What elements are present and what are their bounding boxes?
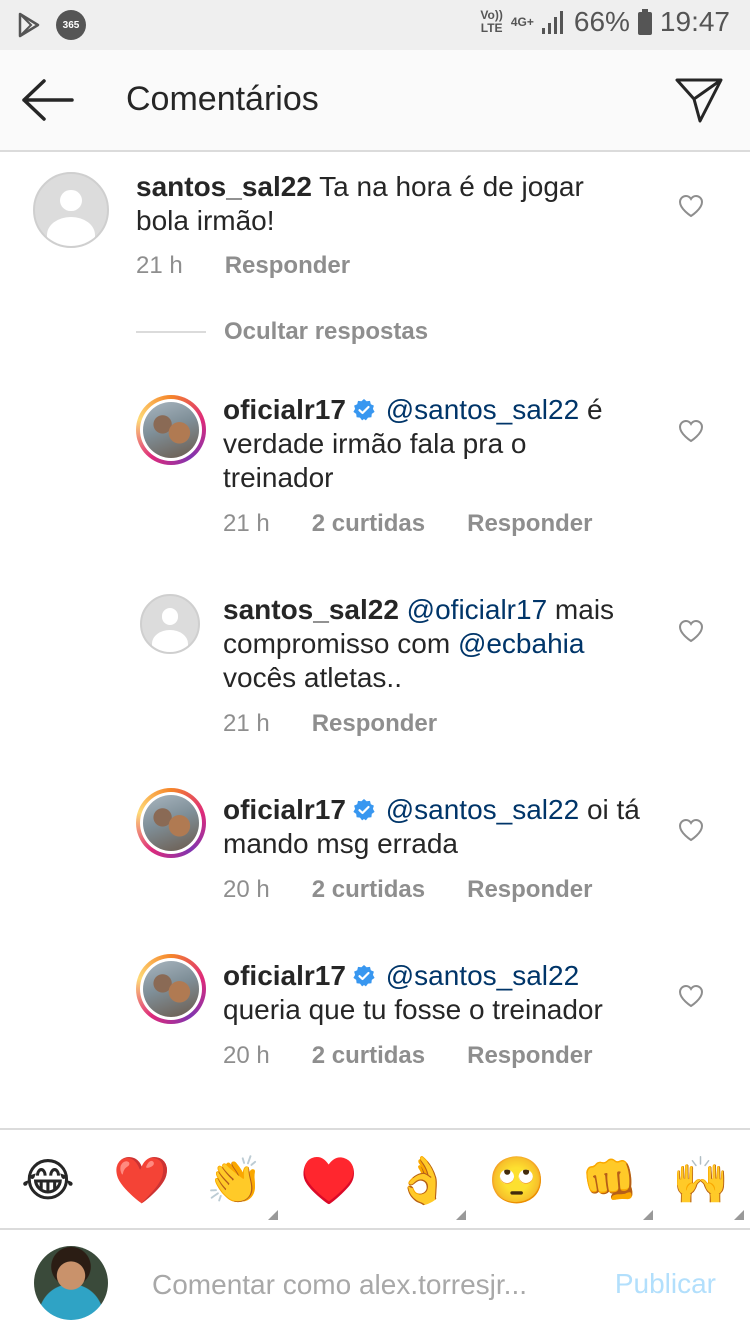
lte-label: LTE [480, 21, 503, 35]
like-heart-icon[interactable] [678, 818, 704, 842]
volte-indicator: Vo)) LTE [480, 9, 502, 35]
hide-replies-toggle[interactable]: Ocultar respostas [136, 318, 428, 346]
comment-text: santos_sal22 Ta na hora é de jogar bola … [136, 170, 636, 238]
verified-badge-icon [353, 799, 375, 821]
mention-link[interactable]: @santos_sal22 [386, 794, 579, 825]
emoji-eye-roll-button[interactable]: 🙄 [488, 1152, 545, 1208]
app-365-notification-icon: 365 [56, 10, 86, 40]
emoji-quick-bar: 😂 ❤️ 👏 ♥️ 👌 🙄 👊 🙌 [0, 1128, 750, 1230]
emoji-red-heart-button[interactable]: ❤️ [113, 1152, 170, 1208]
avatar[interactable] [136, 788, 206, 858]
verified-badge-icon [353, 965, 375, 987]
status-bar: 365 Vo)) LTE 4G+ 66% 19:47 [0, 0, 750, 50]
mention-link[interactable]: @santos_sal22 [386, 960, 579, 991]
avatar[interactable] [33, 172, 109, 248]
clock: 19:47 [659, 6, 730, 37]
mention-link[interactable]: @ecbahia [458, 628, 585, 659]
direct-send-icon[interactable] [674, 76, 724, 124]
like-heart-icon[interactable] [678, 419, 704, 443]
comment-time: 21 h [223, 710, 270, 737]
network-type: 4G+ [510, 14, 534, 29]
publish-button[interactable]: Publicar [615, 1268, 716, 1300]
emoji-raising-hands-button[interactable]: 🙌 [672, 1152, 744, 1220]
comment-time: 21 h [223, 510, 270, 537]
like-heart-icon[interactable] [678, 619, 704, 643]
current-user-avatar [34, 1246, 108, 1320]
comment-time: 21 h [136, 252, 183, 279]
battery-percentage: 66% [573, 6, 630, 37]
comment-item: santos_sal22 Ta na hora é de jogar bola … [0, 150, 750, 310]
comment-compose-bar: Publicar [0, 1228, 750, 1335]
comment-time: 20 h [223, 1042, 270, 1069]
reply-item: santos_sal22 @oficialr17 mais compromiss… [0, 580, 750, 750]
skin-tone-indicator [734, 1210, 744, 1220]
reply-button[interactable]: Responder [467, 1042, 592, 1070]
emoji-glyph: 🙌 [672, 1153, 730, 1207]
emoji-clapping-hands-button[interactable]: 👏 [206, 1152, 278, 1220]
mention-link[interactable]: @santos_sal22 [386, 394, 579, 425]
comment-meta: 21 h Responder [136, 252, 392, 280]
emoji-fist-bump-button[interactable]: 👊 [581, 1152, 653, 1220]
back-arrow-icon[interactable] [20, 78, 76, 122]
reply-item: oficialr17 @santos_sal22 queria que tu f… [0, 946, 750, 1086]
emoji-glyph: 👏 [206, 1153, 264, 1207]
like-heart-icon[interactable] [678, 984, 704, 1008]
skin-tone-indicator [456, 1210, 466, 1220]
likes-count[interactable]: 2 curtidas [312, 876, 425, 904]
avatar[interactable] [140, 594, 200, 654]
divider-line [136, 331, 206, 333]
play-store-notification-icon [18, 12, 40, 38]
likes-count[interactable]: 2 curtidas [312, 510, 425, 538]
mention-link[interactable]: @oficialr17 [407, 594, 547, 625]
verified-badge-icon [353, 399, 375, 421]
comment-username[interactable]: santos_sal22 [223, 594, 399, 625]
likes-count[interactable]: 2 curtidas [312, 1042, 425, 1070]
emoji-tears-of-joy-button[interactable]: 😂 [20, 1152, 76, 1208]
avatar-photo [143, 402, 199, 458]
comment-text: oficialr17 @santos_sal22 oi tá mando msg… [223, 793, 643, 861]
comment-username[interactable]: santos_sal22 [136, 171, 312, 202]
signal-strength-icon [541, 10, 566, 34]
skin-tone-indicator [643, 1210, 653, 1220]
comment-body: queria que tu fosse o treinador [223, 994, 603, 1025]
comment-meta: 20 h 2 curtidas Responder [223, 1042, 634, 1070]
comment-body-end: vocês atletas.. [223, 662, 402, 693]
comment-username[interactable]: oficialr17 [223, 960, 346, 991]
status-bar-left: 365 [18, 10, 86, 40]
page-title: Comentários [126, 80, 319, 118]
avatar[interactable] [136, 395, 206, 465]
comment-username[interactable]: oficialr17 [223, 794, 346, 825]
comment-meta: 21 h Responder [223, 710, 479, 738]
reply-item: oficialr17 @santos_sal22 é verdade irmão… [0, 380, 750, 560]
reply-item: oficialr17 @santos_sal22 oi tá mando msg… [0, 780, 750, 920]
comment-time: 20 h [223, 876, 270, 903]
emoji-glyph: 👌 [394, 1153, 452, 1207]
avatar-photo [143, 961, 199, 1017]
comment-meta: 21 h 2 curtidas Responder [223, 510, 634, 538]
comment-text: oficialr17 @santos_sal22 é verdade irmão… [223, 393, 643, 495]
emoji-heart-suit-button[interactable]: ♥️ [300, 1152, 357, 1208]
avatar[interactable] [136, 954, 206, 1024]
comment-text: oficialr17 @santos_sal22 queria que tu f… [223, 959, 643, 1027]
emoji-ok-hand-button[interactable]: 👌 [394, 1152, 466, 1220]
reply-button[interactable]: Responder [312, 710, 437, 738]
comment-username[interactable]: oficialr17 [223, 394, 346, 425]
reply-button[interactable]: Responder [225, 252, 350, 280]
reply-button[interactable]: Responder [467, 510, 592, 538]
emoji-glyph: 👊 [581, 1153, 639, 1207]
like-heart-icon[interactable] [678, 194, 704, 218]
comment-meta: 20 h 2 curtidas Responder [223, 876, 634, 904]
hide-replies-label: Ocultar respostas [224, 318, 429, 345]
status-bar-right: Vo)) LTE 4G+ 66% 19:47 [480, 6, 730, 38]
skin-tone-indicator [268, 1210, 278, 1220]
comment-text: santos_sal22 @oficialr17 mais compromiss… [223, 593, 643, 695]
reply-button[interactable]: Responder [467, 876, 592, 904]
app-header: Comentários [0, 50, 750, 152]
comment-input[interactable] [150, 1264, 584, 1306]
battery-icon [637, 9, 652, 35]
avatar-photo [143, 795, 199, 851]
